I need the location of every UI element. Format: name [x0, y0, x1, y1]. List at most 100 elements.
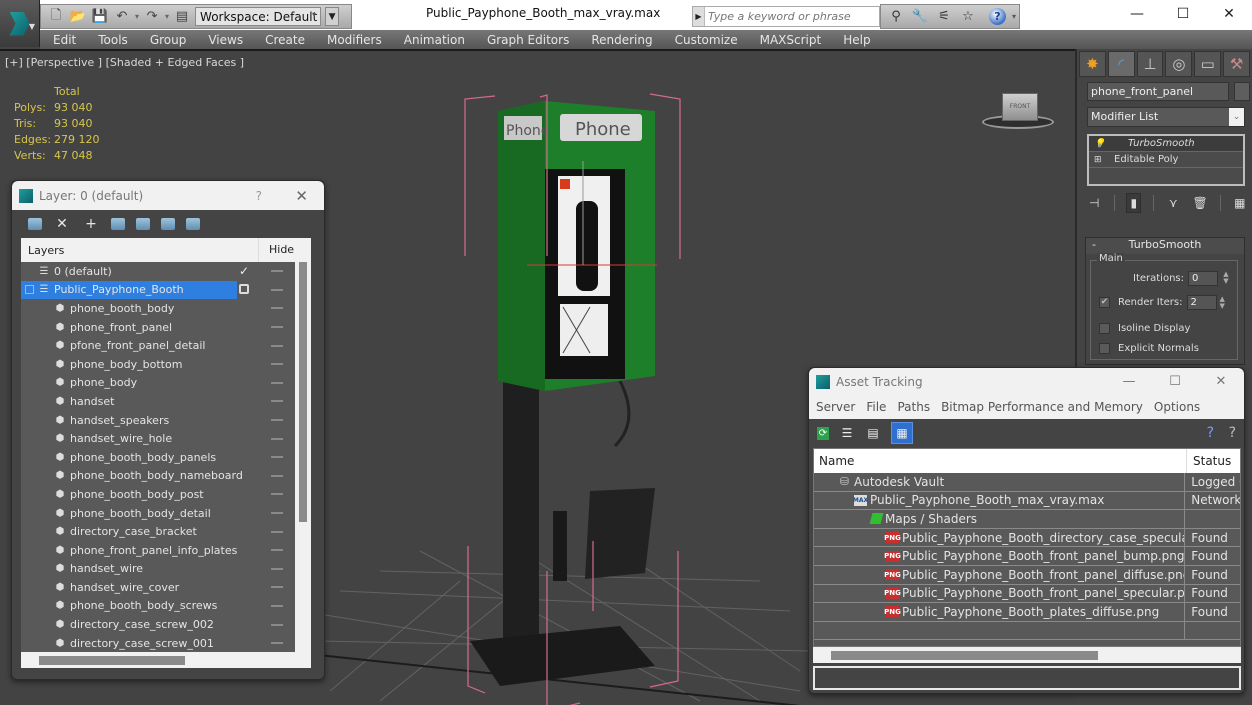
close-button[interactable]: ✕	[1206, 0, 1252, 28]
current-layer-checkmark-icon[interactable]: ✓	[239, 264, 249, 278]
object-row[interactable]: ⬢ directory_case_bracket	[21, 522, 295, 541]
help-icon[interactable]: ?	[1207, 425, 1214, 441]
menu-bitmap-performance[interactable]: Bitmap Performance and Memory	[941, 400, 1143, 414]
help-dropdown-icon[interactable]: ▾	[1012, 12, 1016, 21]
menu-options[interactable]: Options	[1154, 400, 1200, 414]
hide-toggle[interactable]	[271, 493, 283, 496]
spinner-arrows[interactable]: ▲ ▼	[1220, 295, 1230, 310]
hide-toggle[interactable]	[271, 512, 283, 515]
menu-edit[interactable]: Edit	[53, 33, 76, 47]
set-current-layer-icon[interactable]	[161, 218, 175, 230]
save-file-icon[interactable]: 💾	[91, 8, 109, 26]
hide-toggle[interactable]	[271, 381, 283, 384]
help-button[interactable]: ?	[256, 189, 262, 203]
hide-toggle[interactable]	[271, 530, 283, 533]
show-end-result-icon[interactable]: ▮	[1126, 193, 1142, 213]
hide-toggle[interactable]	[271, 288, 283, 291]
customize-toolbar-button[interactable]: ▼	[325, 7, 340, 26]
object-color-swatch[interactable]	[1234, 82, 1250, 101]
maximize-button[interactable]: ☐	[1160, 0, 1206, 28]
render-iters-input[interactable]: 2	[1186, 295, 1217, 310]
menu-views[interactable]: Views	[208, 33, 243, 47]
column-header-status[interactable]: Status	[1187, 449, 1231, 473]
create-layer-icon[interactable]	[28, 218, 42, 230]
menu-tools[interactable]: Tools	[98, 33, 128, 47]
object-row[interactable]: ⬢ directory_case_screw_002	[21, 615, 295, 634]
hide-toggle[interactable]	[271, 549, 283, 552]
asset-row[interactable]: MAX Public_Payphone_Booth_max_vray.max Net…	[814, 491, 1240, 511]
lightbulb-icon[interactable]: 💡	[1094, 139, 1106, 149]
asset-path-field[interactable]	[813, 666, 1241, 690]
viewcube-face-front[interactable]: FRONT	[1002, 93, 1038, 121]
object-row[interactable]: ⬢ handset_wire_hole	[21, 429, 295, 448]
remove-modifier-icon[interactable]: 🗑	[1193, 193, 1208, 213]
make-unique-icon[interactable]: ⋎	[1166, 193, 1181, 213]
wrench-icon[interactable]: 🔧	[911, 8, 929, 26]
object-row[interactable]: ⬢ phone_booth_body_nameboard	[21, 467, 295, 486]
hide-toggle[interactable]	[271, 642, 283, 645]
collapse-toggle[interactable]	[25, 285, 34, 295]
hide-toggle[interactable]	[271, 363, 283, 366]
search-expand-icon[interactable]: ▶	[693, 7, 705, 26]
minimize-button[interactable]: —	[1114, 0, 1160, 28]
hide-toggle[interactable]	[271, 307, 283, 310]
select-objects-in-layer-icon[interactable]	[111, 218, 125, 230]
table-view-icon[interactable]: ▦	[891, 422, 913, 444]
iterations-input[interactable]: 0	[1188, 271, 1218, 286]
isoline-display-checkbox[interactable]	[1099, 323, 1110, 334]
display-tab-icon[interactable]: ▭	[1194, 51, 1222, 77]
object-row[interactable]: ⬢ phone_body_bottom	[21, 355, 295, 374]
minimize-button[interactable]: —	[1106, 368, 1152, 395]
object-row[interactable]: ⬢ phone_front_panel_info_plates	[21, 541, 295, 560]
new-file-icon[interactable]: 🗋	[47, 8, 65, 26]
add-to-layer-icon[interactable]: +	[82, 215, 100, 233]
object-row[interactable]: ⬢ pfone_front_panel_detail	[21, 336, 295, 355]
pin-stack-icon[interactable]: ⊣	[1087, 193, 1102, 213]
hierarchy-tab-icon[interactable]: ⊥	[1136, 51, 1164, 77]
motion-tab-icon[interactable]: ◎	[1165, 51, 1193, 77]
utilities-tab-icon[interactable]: ⚒	[1223, 51, 1250, 77]
hide-toggle[interactable]	[271, 419, 283, 422]
create-tab-icon[interactable]: ✸	[1079, 51, 1106, 77]
object-row[interactable]: ⬢ handset	[21, 392, 295, 411]
object-name-field[interactable]: phone_front_panel	[1087, 82, 1229, 101]
asset-row[interactable]: PNG Public_Payphone_Booth_directory_case_…	[814, 528, 1240, 548]
modify-tab-icon[interactable]: ◜	[1107, 51, 1135, 77]
hide-toggle[interactable]	[271, 437, 283, 440]
menu-maxscript[interactable]: MAXScript	[760, 33, 822, 47]
asset-row[interactable]: PNG Public_Payphone_Booth_plates_diffuse.…	[814, 603, 1240, 622]
layer-row[interactable]: ☰ 0 (default) ✓	[21, 262, 295, 281]
menu-rendering[interactable]: Rendering	[591, 33, 652, 47]
context-help-icon[interactable]: ?	[1229, 425, 1236, 441]
workspace-dropdown[interactable]: Workspace: Default ▾	[195, 7, 322, 26]
menu-help[interactable]: Help	[843, 33, 870, 47]
asset-row[interactable]: PNG Public_Payphone_Booth_front_panel_dif…	[814, 565, 1240, 585]
column-header-layers[interactable]: Layers	[28, 244, 64, 257]
menu-create[interactable]: Create	[265, 33, 305, 47]
rollout-header[interactable]: - TurboSmooth	[1086, 238, 1244, 254]
application-menu-button[interactable]: ▼	[0, 0, 40, 47]
hide-toggle[interactable]	[271, 326, 283, 329]
render-iters-checkbox[interactable]: ✔	[1099, 297, 1110, 308]
asset-row[interactable]: PNG Public_Payphone_Booth_front_panel_spe…	[814, 584, 1240, 604]
hide-toggle[interactable]	[271, 623, 283, 626]
menu-file[interactable]: File	[866, 400, 886, 414]
asset-row[interactable]: Maps / Shaders	[814, 510, 1240, 529]
refresh-icon[interactable]: ⟳	[817, 426, 829, 440]
project-folder-icon[interactable]: ▤	[173, 8, 191, 26]
explicit-normals-checkbox[interactable]	[1099, 343, 1110, 354]
close-button[interactable]: ✕	[1198, 368, 1244, 395]
maximize-button[interactable]: ☐	[1152, 368, 1198, 395]
stack-item-turbosmooth[interactable]: 💡 TurboSmooth	[1089, 136, 1243, 152]
hide-toggle[interactable]	[271, 474, 283, 477]
hide-toggle[interactable]	[271, 456, 283, 459]
close-button[interactable]: ✕	[295, 187, 308, 205]
redo-icon[interactable]: ↷	[143, 8, 161, 26]
binoculars-search-icon[interactable]: ⚲	[887, 8, 905, 26]
layer-row-selected[interactable]: ☰ Public_Payphone_Booth	[21, 280, 295, 300]
object-row[interactable]: ⬢ phone_front_panel	[21, 318, 295, 337]
asset-row[interactable]: PNG Public_Payphone_Booth_front_panel_bum…	[814, 547, 1240, 566]
menu-modifiers[interactable]: Modifiers	[327, 33, 382, 47]
hide-toggle[interactable]	[271, 270, 283, 273]
undo-dropdown-icon[interactable]: ▾	[135, 12, 139, 21]
